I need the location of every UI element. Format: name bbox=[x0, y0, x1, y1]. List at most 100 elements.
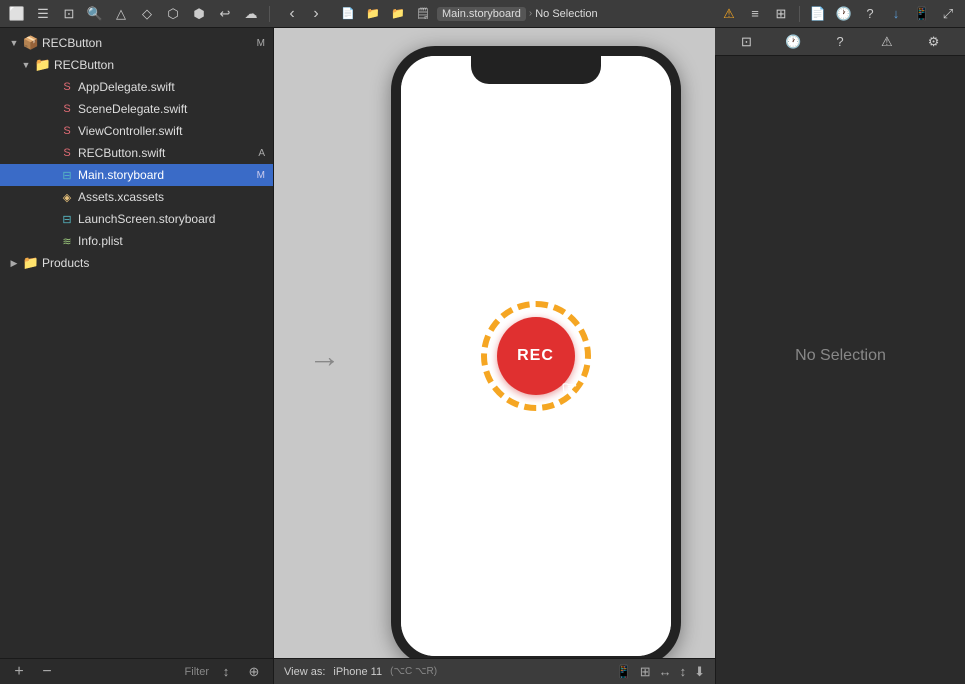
inspector-icon-2[interactable]: 🕐 bbox=[782, 31, 804, 53]
sidebar-item-root-folder[interactable]: ▼ 📁 RECButton bbox=[0, 54, 273, 76]
main-content: ▼ 📦 RECButton M ▼ 📁 RECButton S AppDeleg… bbox=[0, 28, 965, 684]
products-folder-icon: 📁 bbox=[23, 256, 39, 270]
toolbar-divider-2 bbox=[799, 6, 800, 22]
nav-forward-button[interactable]: › bbox=[305, 3, 327, 25]
storyboard-icon-3: ⊟ bbox=[59, 212, 75, 226]
appdelegate-label: AppDelegate.swift bbox=[78, 80, 265, 94]
toolbar-icon-3[interactable]: ⊡ bbox=[58, 3, 80, 25]
editor-bottom-icon-1[interactable]: 📱 bbox=[616, 664, 632, 680]
rec-button[interactable]: REC ☞ bbox=[497, 317, 575, 395]
toolbar-icon-1[interactable]: ⬜ bbox=[6, 3, 28, 25]
filter-label: Filter bbox=[185, 666, 209, 678]
group-folder-icon: 📦 bbox=[23, 36, 39, 50]
sidebar-filter-button[interactable]: ⊕ bbox=[243, 661, 265, 683]
sidebar-minus-button[interactable]: − bbox=[36, 661, 58, 683]
toolbar-icon-7[interactable]: ⬡ bbox=[162, 3, 184, 25]
sidebar-item-appdelegate[interactable]: S AppDelegate.swift bbox=[0, 76, 273, 98]
launchscreen-label: LaunchScreen.storyboard bbox=[78, 212, 265, 226]
toolbar-icon-2[interactable]: ☰ bbox=[32, 3, 54, 25]
file-icon: 📄 bbox=[337, 3, 359, 25]
sidebar: ▼ 📦 RECButton M ▼ 📁 RECButton S AppDeleg… bbox=[0, 28, 274, 684]
nav-back-button[interactable]: ‹ bbox=[281, 3, 303, 25]
inspector-icon-3[interactable]: ? bbox=[829, 31, 851, 53]
inspector-icon-5[interactable]: ⚙ bbox=[923, 31, 945, 53]
rec-button-label: REC bbox=[517, 347, 554, 365]
breadcrumb-sep-1: › bbox=[529, 8, 532, 19]
toolbar-right: ⚠ ≡ ⊞ 📄 🕐 ? ↓ 📱 ⤢ bbox=[718, 3, 959, 25]
scenedelegate-label: SceneDelegate.swift bbox=[78, 102, 265, 116]
viewcontroller-label: ViewController.swift bbox=[78, 124, 265, 138]
sidebar-item-main-storyboard[interactable]: ⊟ Main.storyboard M bbox=[0, 164, 273, 186]
sidebar-sort-button[interactable]: ↕ bbox=[215, 661, 237, 683]
products-label: Products bbox=[42, 256, 265, 270]
assets-label: Assets.xcassets bbox=[78, 190, 265, 204]
folder2-icon: 📁 bbox=[387, 3, 409, 25]
inspector-icon-1[interactable]: ⊡ bbox=[735, 31, 757, 53]
editor-bottom-icon-3[interactable]: ↔ bbox=[659, 664, 672, 679]
editor-bottom-icon-2[interactable]: ⊞ bbox=[640, 664, 651, 680]
toolbar-warning-icon[interactable]: ⚠ bbox=[718, 3, 740, 25]
infoplist-label: Info.plist bbox=[78, 234, 265, 248]
sidebar-item-scenedelegate[interactable]: S SceneDelegate.swift bbox=[0, 98, 273, 120]
swift-icon-3: S bbox=[59, 124, 75, 138]
sidebar-tree: ▼ 📦 RECButton M ▼ 📁 RECButton S AppDeleg… bbox=[0, 28, 273, 658]
toolbar-divider-1 bbox=[269, 6, 270, 22]
toolbar-expand-icon[interactable]: ⤢ bbox=[937, 3, 959, 25]
xcassets-icon: ◈ bbox=[59, 190, 75, 204]
breadcrumb-file-label: Main.storyboard bbox=[437, 7, 526, 21]
folder-icon-2: 📁 bbox=[35, 58, 51, 72]
sidebar-item-viewcontroller[interactable]: S ViewController.swift bbox=[0, 120, 273, 142]
toolbar-download-icon[interactable]: ↓ bbox=[885, 3, 907, 25]
toolbar-clock-icon[interactable]: 🕐 bbox=[833, 3, 855, 25]
disclosure-icon-2: ▼ bbox=[20, 59, 32, 71]
no-selection-label: No Selection bbox=[795, 347, 886, 365]
toolbar-icon-6[interactable]: ◇ bbox=[136, 3, 158, 25]
toolbar-device-icon[interactable]: 📱 bbox=[911, 3, 933, 25]
sidebar-bottom: + − Filter ↕ ⊕ bbox=[0, 658, 273, 684]
plist-icon: ≋ bbox=[59, 234, 75, 248]
sidebar-item-infoplist[interactable]: ≋ Info.plist bbox=[0, 230, 273, 252]
storyboard-icon: 🗒 bbox=[412, 3, 434, 25]
toolbar-icon-9[interactable]: ↩ bbox=[214, 3, 236, 25]
toolbar-icon-5[interactable]: △ bbox=[110, 3, 132, 25]
inspector-icon-4[interactable]: ⚠ bbox=[876, 31, 898, 53]
toolbar-add-file-icon[interactable]: 📄 bbox=[807, 3, 829, 25]
root-group-badge: M bbox=[257, 38, 265, 49]
iphone-frame: REC ☞ bbox=[391, 46, 681, 666]
toolbar-icon-4[interactable]: 🔍 bbox=[84, 3, 106, 25]
sidebar-item-recbutton[interactable]: S RECButton.swift A bbox=[0, 142, 273, 164]
sidebar-item-root-group[interactable]: ▼ 📦 RECButton M bbox=[0, 32, 273, 54]
view-as-shortcut: (⌥C ⌥R) bbox=[390, 666, 437, 677]
top-toolbar: ⬜ ☰ ⊡ 🔍 △ ◇ ⬡ ⬢ ↩ ☁ ‹ › 📄 📁 📁 🗒 Main.sto… bbox=[0, 0, 965, 28]
root-group-label: RECButton bbox=[42, 36, 254, 50]
sidebar-add-button[interactable]: + bbox=[8, 661, 30, 683]
editor-bottom-icon-4[interactable]: ↕ bbox=[680, 664, 687, 679]
editor-bottom-icon-5[interactable]: ⬇ bbox=[694, 664, 705, 680]
view-as-device: iPhone 11 bbox=[333, 666, 382, 678]
sidebar-item-products[interactable]: ▶ 📁 Products bbox=[0, 252, 273, 274]
arrow-right: → bbox=[309, 338, 341, 375]
iphone-notch bbox=[471, 56, 601, 84]
toolbar-nav: ‹ › bbox=[281, 3, 327, 25]
toolbar-help-icon[interactable]: ? bbox=[859, 3, 881, 25]
editor-bottom-bar: View as: iPhone 11 (⌥C ⌥R) 📱 ⊞ ↔ ↕ ⬇ bbox=[274, 658, 715, 684]
recbutton-label: RECButton.swift bbox=[78, 146, 255, 160]
breadcrumb: 📄 📁 📁 🗒 Main.storyboard › No Selection bbox=[337, 3, 598, 25]
iphone-screen: REC ☞ bbox=[401, 56, 671, 656]
sidebar-item-launchscreen[interactable]: ⊟ LaunchScreen.storyboard bbox=[0, 208, 273, 230]
main-storyboard-label: Main.storyboard bbox=[78, 168, 254, 182]
folder-icon: 📁 bbox=[362, 3, 384, 25]
toolbar-grid-icon[interactable]: ⊞ bbox=[770, 3, 792, 25]
swift-icon-1: S bbox=[59, 80, 75, 94]
disclosure-icon: ▼ bbox=[8, 37, 20, 49]
breadcrumb-no-selection: No Selection bbox=[535, 8, 597, 20]
sidebar-item-assets[interactable]: ◈ Assets.xcassets bbox=[0, 186, 273, 208]
editor-area: → REC ☞ View as: iPhone 11 ( bbox=[274, 28, 715, 684]
toolbar-icon-8[interactable]: ⬢ bbox=[188, 3, 210, 25]
breadcrumb-item-file[interactable]: Main.storyboard bbox=[437, 7, 526, 21]
toolbar-list-icon[interactable]: ≡ bbox=[744, 3, 766, 25]
swift-icon-4: S bbox=[59, 146, 75, 160]
cursor-hand: ☞ bbox=[561, 378, 578, 399]
right-inspector-panel: ⊡ 🕐 ? ⚠ ⚙ No Selection bbox=[715, 28, 965, 684]
toolbar-icon-10[interactable]: ☁ bbox=[240, 3, 262, 25]
